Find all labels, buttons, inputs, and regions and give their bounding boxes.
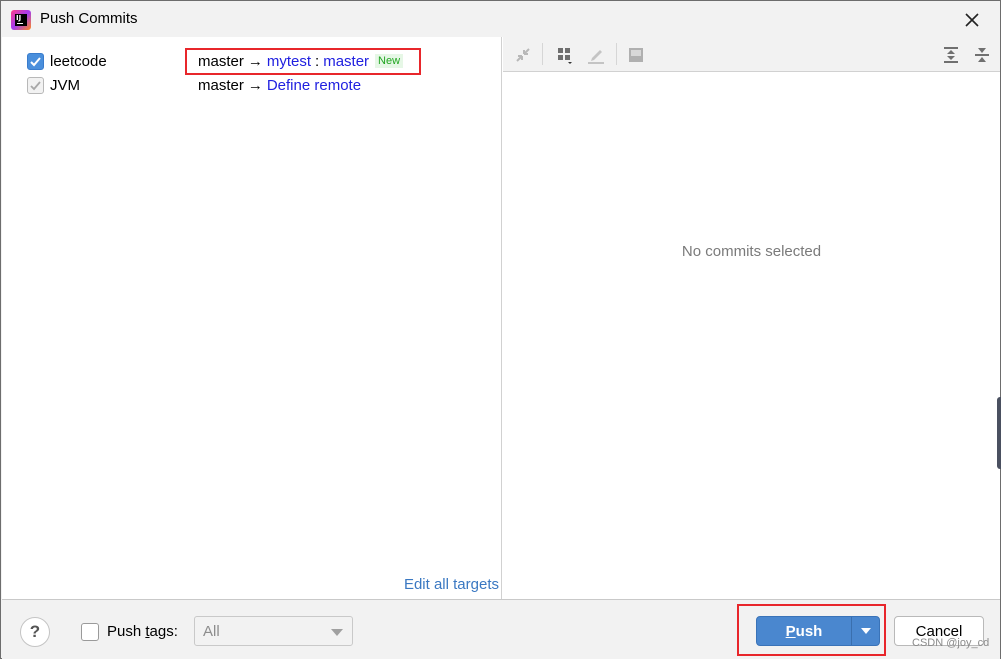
toolbar-separator — [542, 43, 543, 65]
push-tags-select[interactable]: All — [194, 616, 353, 646]
source-branch: master — [198, 76, 244, 94]
repo-row-jvm: JVM — [27, 74, 80, 96]
chevron-down-icon — [860, 628, 871, 634]
edit-icon — [588, 50, 604, 64]
chevron-down-icon — [331, 629, 343, 636]
repo-row-leetcode: leetcode — [27, 50, 107, 72]
toolbar-separator — [616, 43, 617, 65]
push-commits-dialog: IJ Push Commits leetcode master → mytest… — [0, 0, 1001, 659]
collapse-all-button[interactable] — [970, 43, 994, 67]
close-icon — [965, 13, 979, 27]
push-tags-label[interactable]: Push tags: — [107, 623, 178, 640]
collapse-button[interactable] — [511, 43, 535, 67]
details-toolbar — [503, 37, 1000, 72]
group-by-button[interactable] — [553, 43, 577, 67]
checkmark-icon — [30, 80, 41, 90]
push-split-button: Push — [756, 616, 880, 646]
edge-scroll-handle[interactable] — [997, 397, 1001, 469]
arrow-icon: → — [247, 76, 263, 94]
repo-checkbox-leetcode[interactable] — [27, 52, 44, 70]
expand-all-button[interactable] — [939, 43, 963, 67]
push-label: ush — [795, 622, 823, 640]
preview-icon — [629, 48, 643, 62]
intellij-idea-icon: IJ — [11, 10, 31, 30]
push-button[interactable]: Push — [757, 617, 851, 645]
close-button[interactable] — [959, 7, 985, 33]
push-target-jvm: master → Define remote — [198, 74, 361, 96]
push-mnemonic: P — [785, 622, 796, 640]
expand-all-icon — [944, 47, 958, 63]
repo-checkbox-jvm[interactable] — [27, 76, 44, 94]
no-commits-message: No commits selected — [681, 243, 822, 260]
push-tags-label-pre: Push — [107, 623, 146, 640]
push-tags-checkbox[interactable] — [81, 623, 99, 641]
commit-details-pane: No commits selected — [503, 37, 1000, 599]
watermark: CSDN @joy_cd — [912, 637, 990, 649]
dialog-footer: ? Push tags: All Push Cancel CSDN @joy_c… — [2, 599, 1000, 659]
collapse-all-icon — [975, 48, 989, 62]
checkmark-icon — [30, 56, 41, 66]
push-options-dropdown[interactable] — [852, 617, 879, 645]
help-button[interactable]: ? — [20, 617, 50, 647]
preview-button[interactable] — [624, 43, 648, 67]
dialog-content: leetcode master → mytest : master New JV… — [2, 37, 1000, 599]
annotation-highlight-target — [185, 48, 421, 75]
edit-button[interactable] — [584, 43, 608, 67]
repo-name: leetcode — [50, 52, 107, 70]
edit-all-targets-link[interactable]: Edit all targets — [404, 576, 499, 593]
help-icon: ? — [29, 622, 41, 641]
push-tags-label-post: ags: — [149, 623, 178, 640]
group-by-icon — [558, 48, 572, 64]
repositories-pane: leetcode master → mytest : master New JV… — [2, 37, 502, 599]
define-remote-link[interactable]: Define remote — [267, 77, 361, 94]
repo-name: JVM — [50, 76, 80, 94]
push-tags-select-value: All — [203, 622, 220, 640]
dialog-title: Push Commits — [40, 10, 138, 27]
collapse-icon — [516, 48, 530, 62]
title-bar: IJ Push Commits — [1, 1, 1000, 37]
